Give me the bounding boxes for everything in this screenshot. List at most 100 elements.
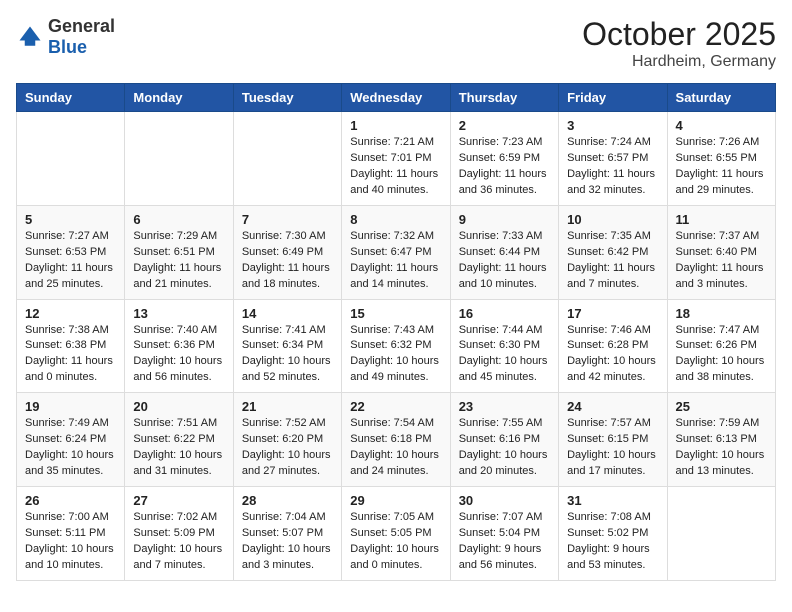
day-info: Sunrise: 7:04 AM Sunset: 5:07 PM Dayligh… — [242, 510, 333, 574]
day-info: Sunrise: 7:40 AM Sunset: 6:36 PM Dayligh… — [133, 323, 224, 387]
calendar-cell: 30Sunrise: 7:07 AM Sunset: 5:04 PM Dayli… — [450, 487, 558, 581]
calendar-cell: 3 Sunrise: 7:24 AM Sunset: 6:57 PM Daylig… — [559, 112, 667, 206]
day-number: 2 — [459, 118, 550, 133]
day-number: 28 — [242, 493, 333, 508]
calendar-cell — [17, 112, 125, 206]
day-info: Sunrise: 7:21 AM Sunset: 7:01 PM Dayligh… — [350, 135, 441, 199]
calendar-cell: 4Sunrise: 7:26 AM Sunset: 6:55 PM Daylig… — [667, 112, 775, 206]
day-number: 15 — [350, 306, 441, 321]
day-info: Sunrise: 7:07 AM Sunset: 5:04 PM Dayligh… — [459, 510, 550, 574]
calendar-week-row: 19 Sunrise: 7:49 AM Sunset: 6:24 PM Dayli… — [17, 393, 776, 487]
logo-text-general: General — [48, 16, 115, 36]
day-number: 12 — [25, 306, 116, 321]
calendar-week-row: 12 Sunrise: 7:38 AM Sunset: 6:38 PM Dayli… — [17, 299, 776, 393]
calendar-cell: 20 Sunrise: 7:51 AM Sunset: 6:22 PM Dayli… — [125, 393, 233, 487]
day-info: Sunrise: 7:46 AM Sunset: 6:28 PM Dayligh… — [567, 323, 658, 387]
day-info: Sunrise: 7:47 AM Sunset: 6:26 PM Dayligh… — [676, 323, 767, 387]
day-info: Sunrise: 7:55 AM Sunset: 6:16 PM Dayligh… — [459, 416, 550, 480]
day-number: 19 — [25, 399, 116, 414]
title-block: October 2025 Hardheim, Germany — [582, 16, 776, 71]
calendar-table: SundayMondayTuesdayWednesdayThursdayFrid… — [16, 83, 776, 581]
logo-icon — [16, 23, 44, 51]
calendar-cell: 1 Sunrise: 7:21 AM Sunset: 7:01 PM Daylig… — [342, 112, 450, 206]
day-info: Sunrise: 7:27 AM Sunset: 6:53 PM Dayligh… — [25, 229, 116, 293]
calendar-cell: 14Sunrise: 7:41 AM Sunset: 6:34 PM Dayli… — [233, 299, 341, 393]
day-number: 5 — [25, 212, 116, 227]
day-info: Sunrise: 7:05 AM Sunset: 5:05 PM Dayligh… — [350, 510, 441, 574]
day-number: 25 — [676, 399, 767, 414]
day-info: Sunrise: 7:59 AM Sunset: 6:13 PM Dayligh… — [676, 416, 767, 480]
calendar-cell: 18 Sunrise: 7:47 AM Sunset: 6:26 PM Dayli… — [667, 299, 775, 393]
calendar-cell: 25 Sunrise: 7:59 AM Sunset: 6:13 PM Dayli… — [667, 393, 775, 487]
day-info: Sunrise: 7:35 AM Sunset: 6:42 PM Dayligh… — [567, 229, 658, 293]
calendar-cell: 16 Sunrise: 7:44 AM Sunset: 6:30 PM Dayli… — [450, 299, 558, 393]
day-number: 23 — [459, 399, 550, 414]
day-number: 21 — [242, 399, 333, 414]
weekday-header-thursday: Thursday — [450, 84, 558, 112]
day-number: 17 — [567, 306, 658, 321]
day-info: Sunrise: 7:32 AM Sunset: 6:47 PM Dayligh… — [350, 229, 441, 293]
day-number: 26 — [25, 493, 116, 508]
calendar-cell: 11Sunrise: 7:37 AM Sunset: 6:40 PM Dayli… — [667, 205, 775, 299]
calendar-cell: 24Sunrise: 7:57 AM Sunset: 6:15 PM Dayli… — [559, 393, 667, 487]
logo-text-blue: Blue — [48, 37, 87, 57]
weekday-header-wednesday: Wednesday — [342, 84, 450, 112]
day-number: 29 — [350, 493, 441, 508]
day-number: 8 — [350, 212, 441, 227]
day-number: 22 — [350, 399, 441, 414]
calendar-cell: 29 Sunrise: 7:05 AM Sunset: 5:05 PM Dayli… — [342, 487, 450, 581]
day-number: 20 — [133, 399, 224, 414]
day-info: Sunrise: 7:52 AM Sunset: 6:20 PM Dayligh… — [242, 416, 333, 480]
day-info: Sunrise: 7:00 AM Sunset: 5:11 PM Dayligh… — [25, 510, 116, 574]
day-info: Sunrise: 7:49 AM Sunset: 6:24 PM Dayligh… — [25, 416, 116, 480]
day-number: 9 — [459, 212, 550, 227]
day-number: 6 — [133, 212, 224, 227]
day-number: 13 — [133, 306, 224, 321]
calendar-week-row: 1 Sunrise: 7:21 AM Sunset: 7:01 PM Daylig… — [17, 112, 776, 206]
day-number: 7 — [242, 212, 333, 227]
calendar-cell: 7 Sunrise: 7:30 AM Sunset: 6:49 PM Daylig… — [233, 205, 341, 299]
location-title: Hardheim, Germany — [582, 53, 776, 71]
calendar-cell: 2 Sunrise: 7:23 AM Sunset: 6:59 PM Daylig… — [450, 112, 558, 206]
day-info: Sunrise: 7:02 AM Sunset: 5:09 PM Dayligh… — [133, 510, 224, 574]
day-info: Sunrise: 7:38 AM Sunset: 6:38 PM Dayligh… — [25, 323, 116, 387]
calendar-cell: 13 Sunrise: 7:40 AM Sunset: 6:36 PM Dayli… — [125, 299, 233, 393]
weekday-header-friday: Friday — [559, 84, 667, 112]
day-info: Sunrise: 7:24 AM Sunset: 6:57 PM Dayligh… — [567, 135, 658, 199]
month-title: October 2025 — [582, 16, 776, 53]
day-number: 18 — [676, 306, 767, 321]
day-info: Sunrise: 7:44 AM Sunset: 6:30 PM Dayligh… — [459, 323, 550, 387]
day-number: 3 — [567, 118, 658, 133]
day-number: 24 — [567, 399, 658, 414]
day-info: Sunrise: 7:08 AM Sunset: 5:02 PM Dayligh… — [567, 510, 658, 574]
day-number: 1 — [350, 118, 441, 133]
day-info: Sunrise: 7:30 AM Sunset: 6:49 PM Dayligh… — [242, 229, 333, 293]
calendar-cell: 6 Sunrise: 7:29 AM Sunset: 6:51 PM Daylig… — [125, 205, 233, 299]
weekday-header-sunday: Sunday — [17, 84, 125, 112]
day-number: 27 — [133, 493, 224, 508]
day-info: Sunrise: 7:33 AM Sunset: 6:44 PM Dayligh… — [459, 229, 550, 293]
day-info: Sunrise: 7:29 AM Sunset: 6:51 PM Dayligh… — [133, 229, 224, 293]
calendar-cell: 28 Sunrise: 7:04 AM Sunset: 5:07 PM Dayli… — [233, 487, 341, 581]
calendar-cell: 9 Sunrise: 7:33 AM Sunset: 6:44 PM Daylig… — [450, 205, 558, 299]
day-info: Sunrise: 7:51 AM Sunset: 6:22 PM Dayligh… — [133, 416, 224, 480]
calendar-cell: 5 Sunrise: 7:27 AM Sunset: 6:53 PM Daylig… — [17, 205, 125, 299]
weekday-header-monday: Monday — [125, 84, 233, 112]
day-number: 16 — [459, 306, 550, 321]
calendar-cell: 31Sunrise: 7:08 AM Sunset: 5:02 PM Dayli… — [559, 487, 667, 581]
day-number: 4 — [676, 118, 767, 133]
calendar-cell: 19 Sunrise: 7:49 AM Sunset: 6:24 PM Dayli… — [17, 393, 125, 487]
weekday-header-tuesday: Tuesday — [233, 84, 341, 112]
day-info: Sunrise: 7:41 AM Sunset: 6:34 PM Dayligh… — [242, 323, 333, 387]
calendar-cell — [667, 487, 775, 581]
day-info: Sunrise: 7:37 AM Sunset: 6:40 PM Dayligh… — [676, 229, 767, 293]
calendar-week-row: 26 Sunrise: 7:00 AM Sunset: 5:11 PM Dayli… — [17, 487, 776, 581]
calendar-cell: 15Sunrise: 7:43 AM Sunset: 6:32 PM Dayli… — [342, 299, 450, 393]
calendar-cell: 10Sunrise: 7:35 AM Sunset: 6:42 PM Dayli… — [559, 205, 667, 299]
calendar-cell: 23 Sunrise: 7:55 AM Sunset: 6:16 PM Dayli… — [450, 393, 558, 487]
calendar-cell: 26 Sunrise: 7:00 AM Sunset: 5:11 PM Dayli… — [17, 487, 125, 581]
logo: General Blue — [16, 16, 115, 58]
calendar-cell — [233, 112, 341, 206]
calendar-week-row: 5 Sunrise: 7:27 AM Sunset: 6:53 PM Daylig… — [17, 205, 776, 299]
day-info: Sunrise: 7:23 AM Sunset: 6:59 PM Dayligh… — [459, 135, 550, 199]
